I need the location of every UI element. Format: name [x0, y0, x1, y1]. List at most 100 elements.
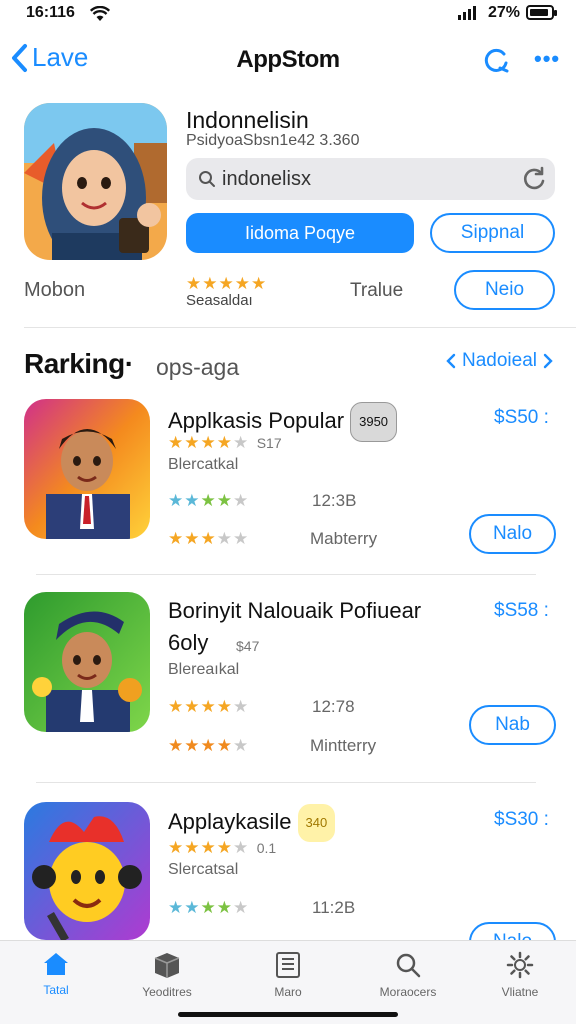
star-icon: ★ [168, 898, 184, 917]
tab-settings[interactable]: Vliatne [470, 951, 570, 999]
app-sub-meta-2: $47 [236, 638, 260, 654]
star-icon: ★ [184, 838, 200, 857]
section-subtitle: ops-aga [156, 354, 240, 380]
battery-icon [526, 5, 557, 20]
app-rating-3: ★ ★ ★ ★ ★ 0.1 [168, 839, 276, 858]
home-indicator [178, 1012, 398, 1017]
featured-middle-label: Tralue [350, 280, 404, 301]
star-icon: ★ [168, 529, 184, 548]
box-icon [154, 953, 180, 978]
star-icon: ★ [251, 274, 267, 293]
star-icon: ★ [234, 274, 250, 293]
star-rating: ★ ★ ★ ★ ★ [168, 839, 248, 856]
app-category-2: Blereaıkal [168, 661, 240, 678]
get-button-2[interactable]: Nab [469, 705, 556, 745]
tab-apps[interactable]: Yeoditres [117, 951, 217, 999]
app-name-text: Applkasis Popular [168, 407, 345, 433]
star-icon: ★ [184, 736, 200, 755]
tab-label: Maro [274, 985, 302, 999]
avatar-illustration [24, 592, 150, 732]
app-icon-3[interactable] [24, 802, 150, 940]
more-button[interactable]: ••• [534, 46, 560, 72]
home-icon [44, 953, 68, 975]
app-rating-secondary-2: ★ ★ ★ ★ ★ [168, 698, 248, 715]
star-icon: ★ [216, 491, 232, 510]
app-time-3: 11:2B [312, 898, 356, 917]
get-button-1[interactable]: Nalo [469, 514, 556, 554]
app-name-2: Borinyit Nalouaik Pofiuear 6oly [168, 598, 422, 655]
star-icon: ★ [184, 491, 200, 510]
tab-search[interactable]: Moraocers [358, 951, 458, 999]
star-icon: ★ [233, 898, 249, 917]
app-icon-2[interactable] [24, 592, 150, 732]
app-rating-secondary-3: ★ ★ ★ ★ ★ [168, 899, 248, 916]
secondary-action-button[interactable]: Sippnal [430, 213, 555, 253]
gear-icon [506, 951, 534, 979]
tab-label: Tatal [43, 983, 69, 997]
reload-icon[interactable] [521, 166, 547, 192]
star-rating: ★ ★ ★ ★ ★ [168, 434, 248, 451]
section-nav-link[interactable]: Nadoieal [446, 350, 553, 372]
divider [24, 327, 576, 328]
star-icon: ★ [216, 697, 232, 716]
avatar-illustration [24, 103, 167, 260]
star-icon: ★ [233, 433, 249, 452]
chevron-left-icon [446, 353, 456, 369]
app-badge: 340 [297, 804, 336, 842]
app-category-3: Slercatsal [168, 861, 239, 878]
star-icon: ★ [233, 491, 249, 510]
list-icon [276, 952, 300, 978]
app-info-1: Mabterry [310, 529, 378, 548]
star-icon: ★ [202, 274, 218, 293]
star-icon: ★ [168, 736, 184, 755]
star-icon: ★ [184, 898, 200, 917]
tab-home[interactable]: Tatal [6, 951, 106, 997]
signal-icon [458, 6, 476, 20]
star-icon: ★ [216, 529, 232, 548]
star-icon: ★ [233, 736, 249, 755]
star-icon: ★ [218, 274, 234, 293]
star-icon: ★ [216, 838, 232, 857]
featured-app-icon[interactable] [24, 103, 167, 260]
star-icon: ★ [200, 697, 216, 716]
divider [36, 782, 536, 783]
tab-list[interactable]: Maro [238, 951, 338, 999]
primary-action-button[interactable]: Iidoma Poqye [186, 213, 414, 253]
battery-percent: 27% [488, 4, 521, 21]
app-category-1: Blercatkal [168, 456, 239, 473]
star-icon: ★ [168, 433, 184, 452]
section-title: Rarking· [24, 348, 134, 379]
star-icon: ★ [233, 697, 249, 716]
star-icon: ★ [233, 529, 249, 548]
search-field[interactable] [186, 158, 555, 200]
featured-subtitle: PsidyoaSbsn1e42 3.360 [186, 132, 360, 149]
wifi-icon [90, 6, 110, 21]
chevron-right-icon [543, 353, 553, 369]
star-icon: ★ [184, 433, 200, 452]
featured-get-button[interactable]: Neio [454, 270, 555, 310]
star-icon: ★ [168, 697, 184, 716]
app-name-3: Applaykasile 340 [168, 804, 458, 842]
app-price-2[interactable]: $S58 : [494, 600, 549, 622]
star-icon: ★ [184, 529, 200, 548]
search-icon [199, 171, 215, 187]
star-icon: ★ [184, 697, 200, 716]
app-badge: 3950 [350, 402, 398, 442]
tab-label: Moraocers [379, 985, 437, 999]
app-price-3[interactable]: $S30 : [494, 809, 549, 831]
app-rating-1: ★ ★ ★ ★ ★ S17 [168, 434, 282, 453]
app-sub-meta: S17 [256, 435, 282, 451]
search-input[interactable] [222, 167, 512, 191]
avatar-illustration [24, 802, 150, 940]
star-icon: ★ [200, 529, 216, 548]
app-price-1[interactable]: $S50 : [494, 407, 549, 429]
featured-rating-label: Seasaldaı [186, 292, 253, 309]
star-icon: ★ [168, 491, 184, 510]
refresh-icon[interactable] [480, 44, 512, 76]
star-icon: ★ [216, 433, 232, 452]
app-icon-1[interactable] [24, 399, 150, 539]
star-icon: ★ [200, 898, 216, 917]
status-time: 16:116 [26, 4, 75, 21]
app-rating-secondary-1: ★ ★ ★ ★ ★ [168, 492, 248, 509]
star-icon: ★ [200, 433, 216, 452]
